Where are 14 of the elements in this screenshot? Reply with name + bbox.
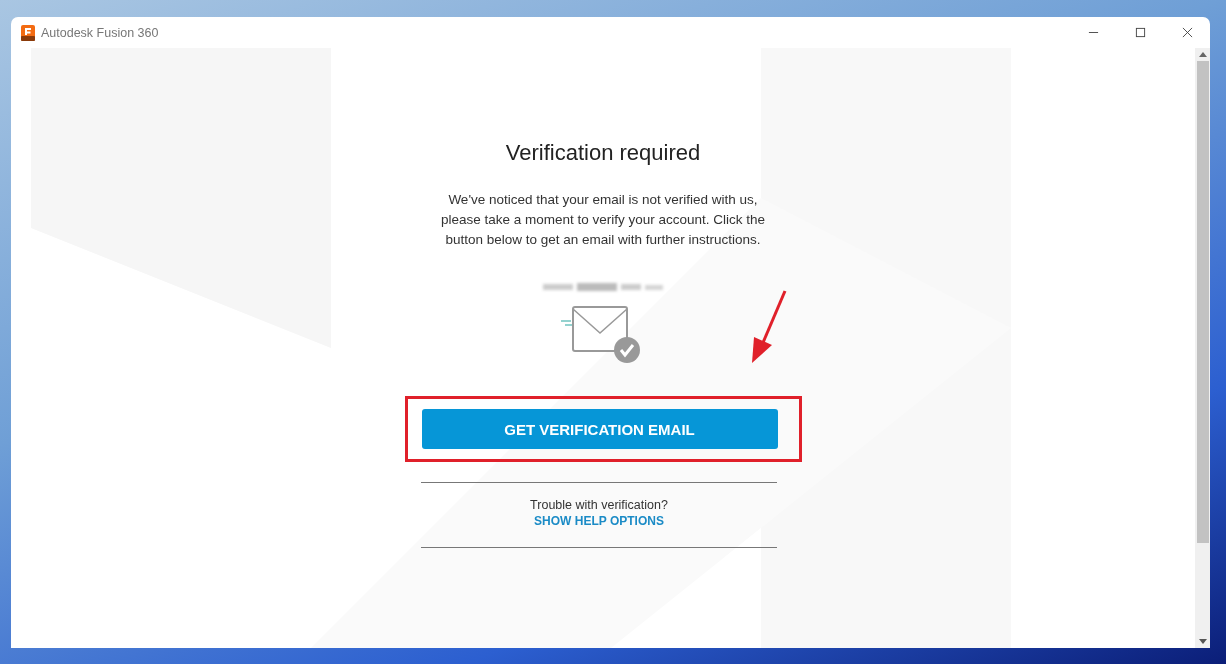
window-title: Autodesk Fusion 360 [41,25,159,40]
scroll-down-icon[interactable] [1198,639,1207,644]
scrollbar[interactable] [1195,48,1210,648]
heading: Verification required [505,139,701,167]
maximize-icon[interactable] [1135,27,1146,38]
email-checkmark-icon [559,305,643,365]
get-verification-email-button[interactable]: GET VERIFICATION EMAIL [421,409,778,449]
scroll-up-icon[interactable] [1198,52,1207,57]
show-help-options-link[interactable]: SHOW HELP OPTIONS [534,513,664,530]
help-question: Trouble with verification? [530,497,668,513]
close-icon[interactable] [1182,27,1193,38]
app-logo-icon [21,24,35,41]
scroll-thumb[interactable] [1196,61,1209,543]
message-text: We've noticed that your email is not verified with us, please take a moment to verify your account. Click the button below to get an email with further instructions. [439,191,767,249]
